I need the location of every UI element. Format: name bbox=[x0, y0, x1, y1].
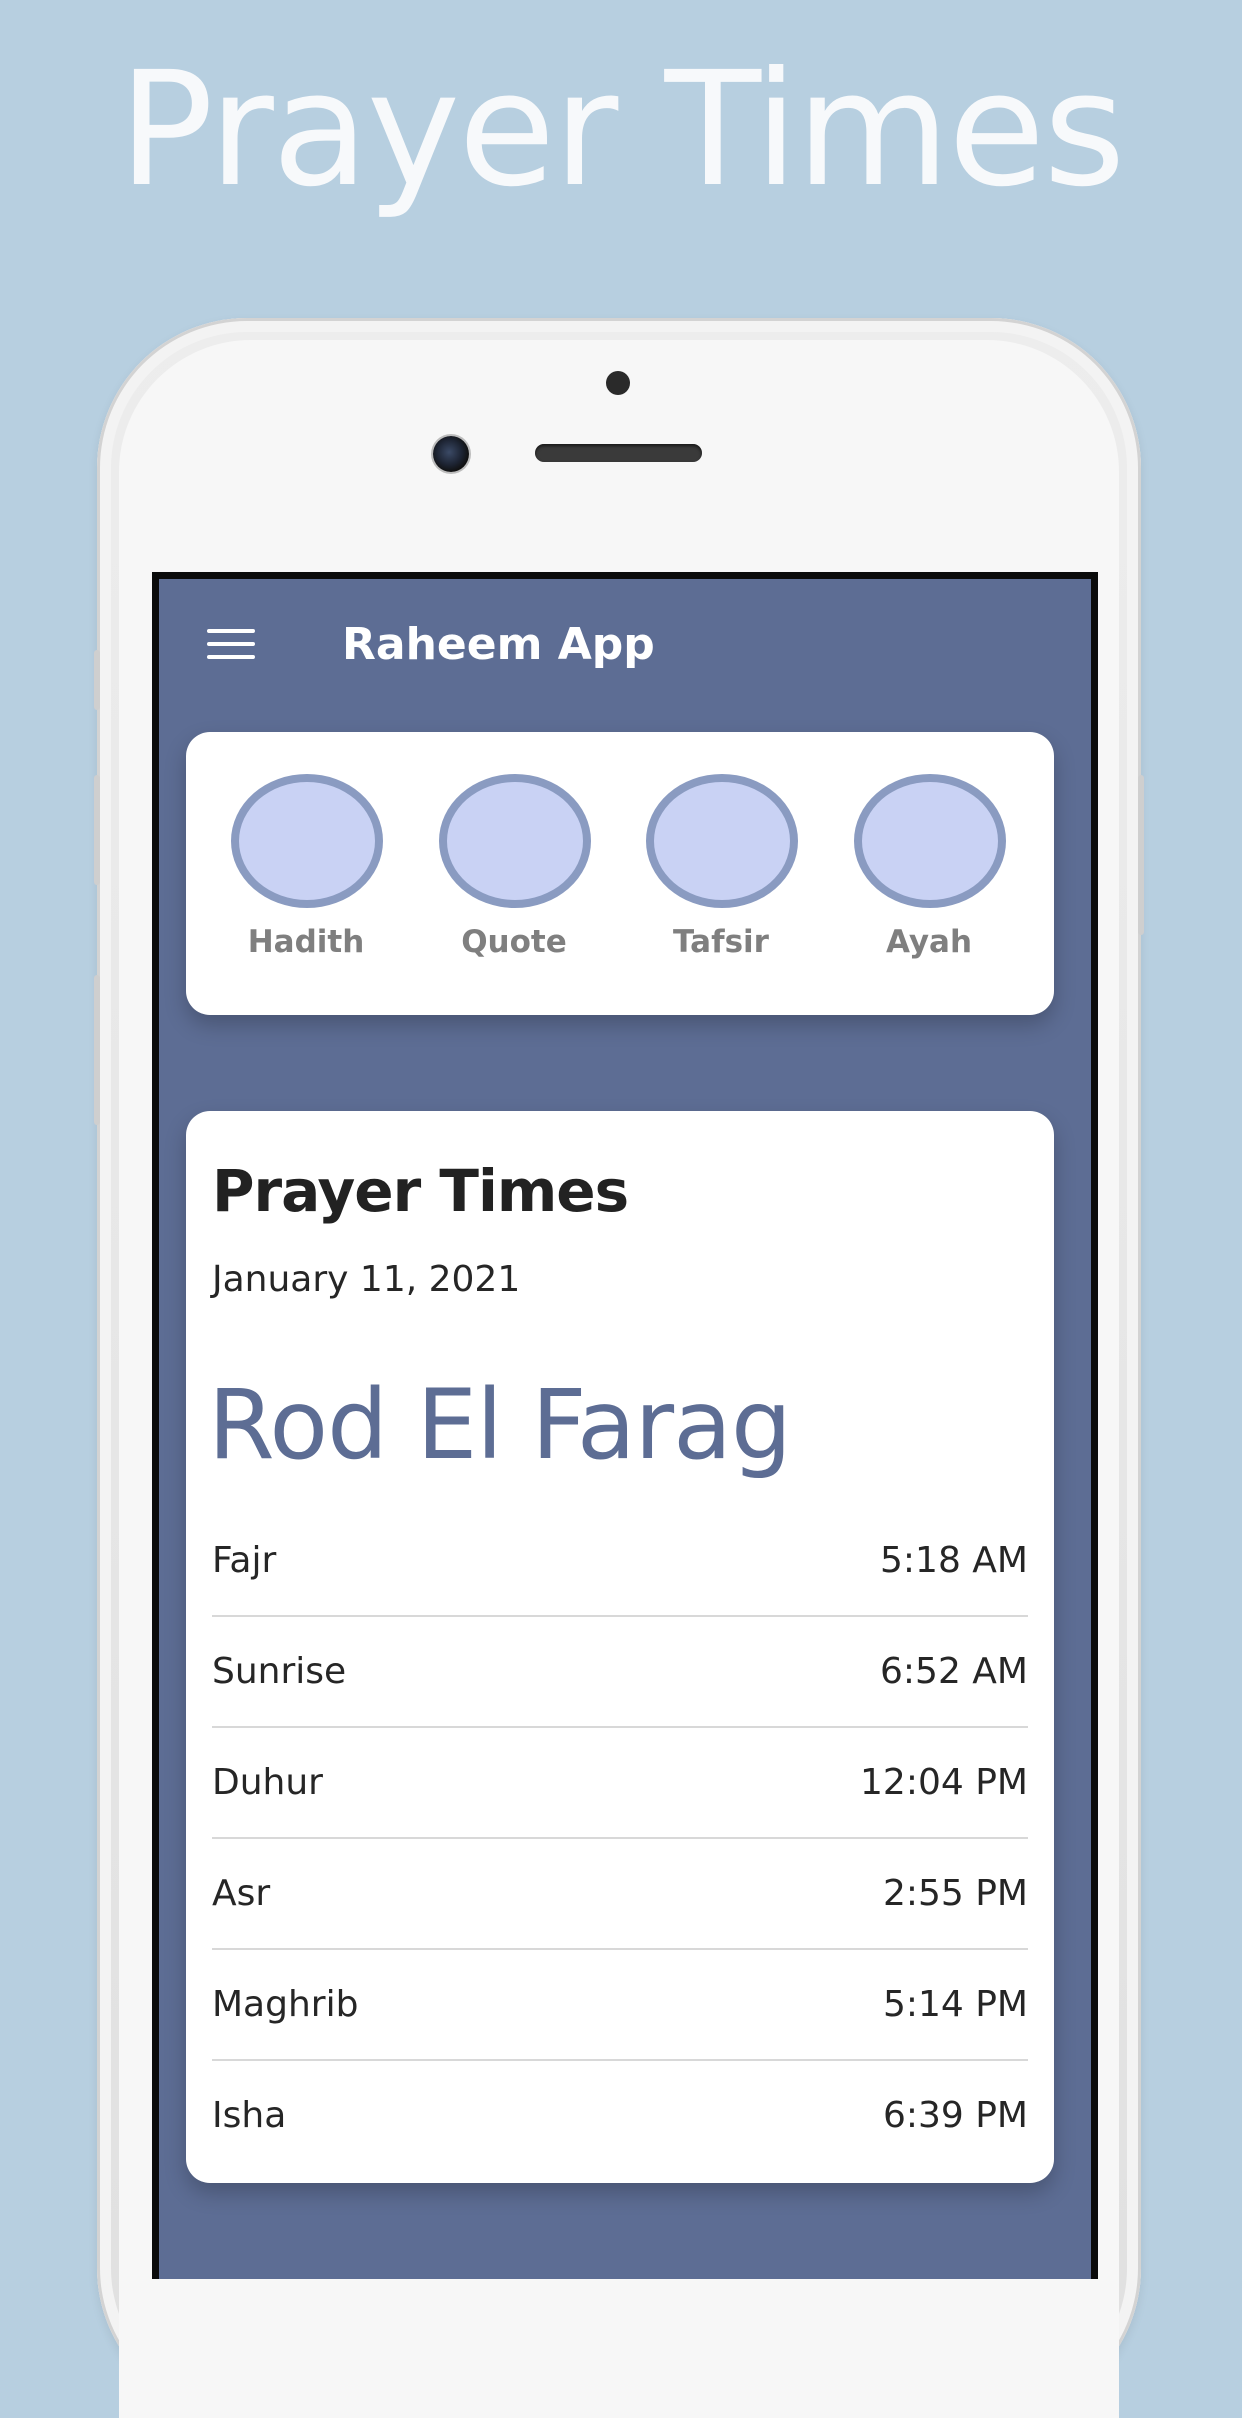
prayer-times-card: Prayer Times January 11, 2021 Rod El Far… bbox=[186, 1111, 1054, 2183]
prayer-row-maghrib: Maghrib 5:14 PM bbox=[212, 1950, 1028, 2061]
front-camera bbox=[433, 436, 469, 472]
prayer-list: Fajr 5:18 AM Sunrise 6:52 AM Duhur 12:04… bbox=[212, 1506, 1028, 2170]
prayer-name: Duhur bbox=[212, 1762, 323, 1803]
prayer-name: Isha bbox=[212, 2095, 287, 2136]
prayer-time: 2:55 PM bbox=[882, 1873, 1028, 1914]
city-name: Rod El Farag bbox=[208, 1369, 792, 1481]
phone-volume-down-button bbox=[94, 975, 100, 1125]
hadith-circle-icon bbox=[231, 774, 383, 908]
prayer-time: 12:04 PM bbox=[860, 1762, 1028, 1803]
hamburger-menu-icon[interactable] bbox=[207, 629, 255, 659]
shortcut-label: Ayah bbox=[885, 924, 973, 960]
phone-power-button bbox=[1138, 775, 1144, 935]
proximity-sensor bbox=[606, 371, 630, 395]
prayer-time: 6:39 PM bbox=[882, 2095, 1028, 2136]
app-title: Raheem App bbox=[342, 619, 655, 670]
shortcut-hadith[interactable]: Hadith bbox=[231, 774, 383, 960]
prayer-date: January 11, 2021 bbox=[212, 1259, 521, 1300]
prayer-row-duhur: Duhur 12:04 PM bbox=[212, 1728, 1028, 1839]
shortcut-label: Tafsir bbox=[673, 924, 769, 960]
prayer-name: Sunrise bbox=[212, 1651, 347, 1692]
ayah-circle-icon bbox=[854, 774, 1006, 908]
shortcut-ayah[interactable]: Ayah bbox=[854, 774, 1006, 960]
phone-side-button bbox=[94, 650, 100, 710]
shortcut-quote[interactable]: Quote bbox=[439, 774, 591, 960]
prayer-name: Fajr bbox=[212, 1540, 277, 1581]
prayer-time: 5:14 PM bbox=[882, 1984, 1028, 2025]
earpiece-speaker bbox=[535, 444, 702, 462]
shortcuts-card: Hadith Quote Tafsir Ayah bbox=[186, 732, 1054, 1015]
app-bar: Raheem App bbox=[159, 579, 1091, 703]
prayer-name: Asr bbox=[212, 1873, 271, 1914]
prayer-row-sunrise: Sunrise 6:52 AM bbox=[212, 1617, 1028, 1728]
prayer-row-isha: Isha 6:39 PM bbox=[212, 2061, 1028, 2170]
quote-circle-icon bbox=[439, 774, 591, 908]
tafsir-circle-icon bbox=[646, 774, 798, 908]
promo-headline: Prayer Times bbox=[118, 38, 1125, 222]
prayer-time: 6:52 AM bbox=[880, 1651, 1028, 1692]
phone-volume-up-button bbox=[94, 775, 100, 885]
prayer-time: 5:18 AM bbox=[880, 1540, 1028, 1581]
prayer-row-fajr: Fajr 5:18 AM bbox=[212, 1506, 1028, 1617]
shortcut-tafsir[interactable]: Tafsir bbox=[646, 774, 798, 960]
prayer-name: Maghrib bbox=[212, 1984, 359, 2025]
prayer-row-asr: Asr 2:55 PM bbox=[212, 1839, 1028, 1950]
prayer-times-title: Prayer Times bbox=[212, 1157, 629, 1225]
shortcut-label: Hadith bbox=[247, 924, 365, 960]
shortcut-label: Quote bbox=[461, 924, 567, 960]
app-screen: Raheem App Hadith Quote Tafsir Ayah Pray… bbox=[152, 572, 1098, 2279]
